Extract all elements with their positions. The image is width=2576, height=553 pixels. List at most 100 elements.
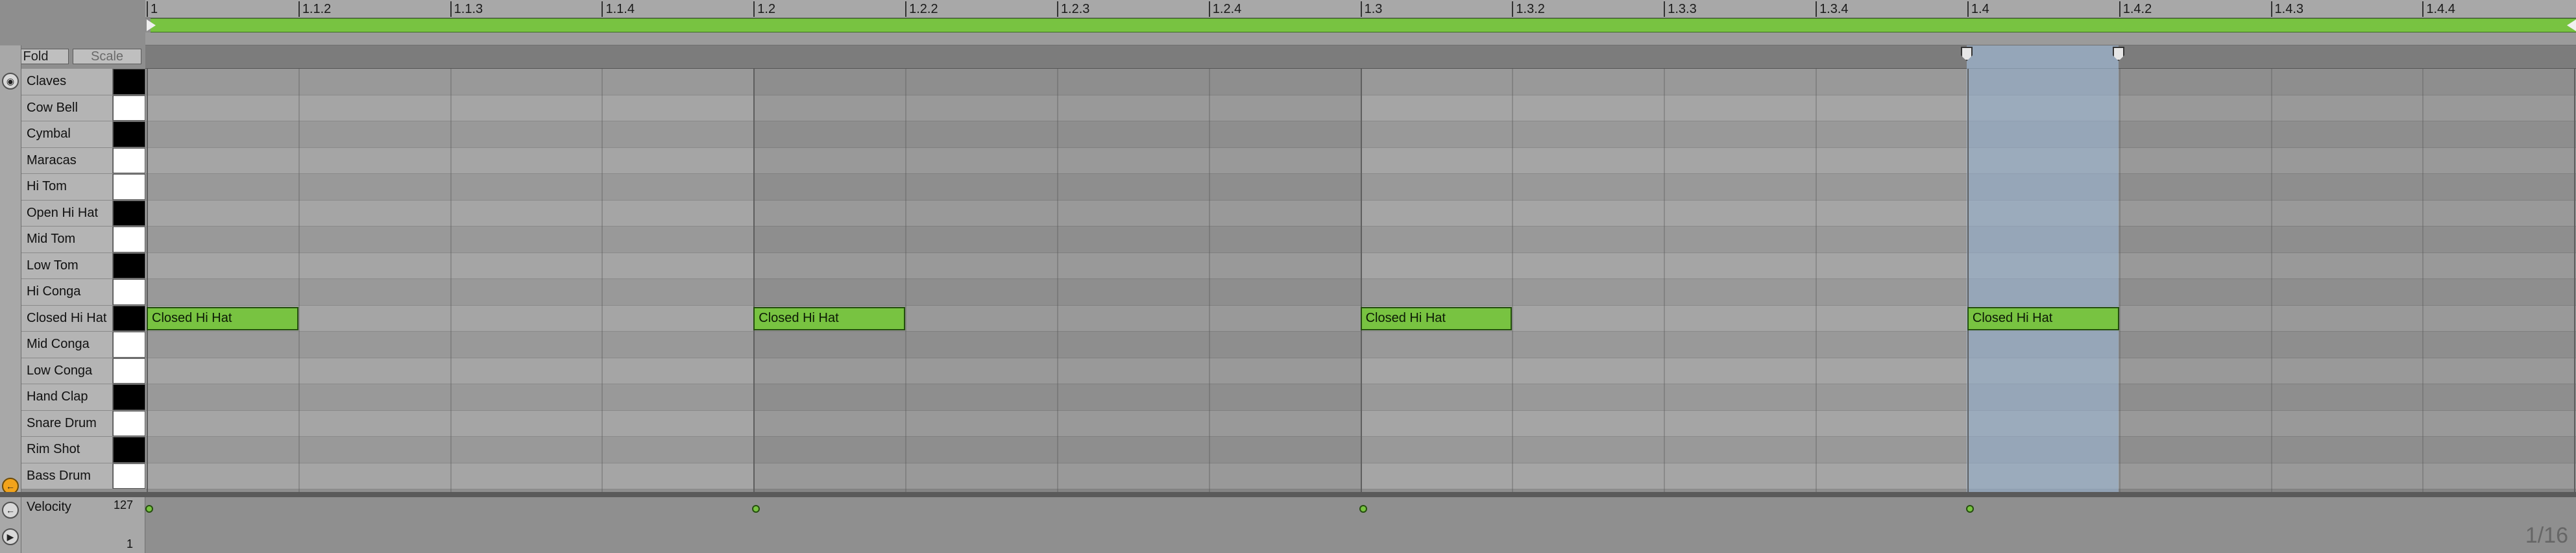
ruler-tick-label: 1.4.4	[2426, 2, 2455, 16]
ruler-tick	[2270, 1, 2272, 17]
piano-key[interactable]	[113, 69, 145, 95]
piano-key[interactable]	[113, 227, 145, 252]
drum-name[interactable]: Low Tom	[21, 252, 113, 278]
drum-name[interactable]: Closed Hi Hat	[21, 305, 113, 331]
piano-key[interactable]	[113, 147, 145, 173]
ruler-tick	[1360, 1, 1362, 17]
velocity-stem	[1970, 513, 1971, 550]
drum-name[interactable]: Cymbal	[21, 121, 113, 147]
loop-end-handle[interactable]	[2567, 19, 2576, 31]
ruler-tick	[1967, 1, 1969, 17]
drum-name[interactable]: Claves	[21, 69, 113, 95]
midi-note[interactable]: Closed Hi Hat	[1967, 306, 2119, 330]
ruler-tick-label: 1.2.2	[909, 2, 938, 16]
ruler-tick-label: 1.4.2	[2122, 2, 2152, 16]
piano-key[interactable]	[113, 95, 145, 121]
header-left	[0, 0, 145, 45]
velocity-handle[interactable]	[1965, 505, 1974, 513]
timeline-ruler[interactable]: 1 1.1.2 1.1.3 1.1.4 1.2 1.2.2 1.2.3 1.2.4 1.3 1.3…	[145, 0, 2576, 18]
grid-line	[2270, 69, 2272, 493]
ruler-tick	[1512, 1, 1514, 17]
midi-note[interactable]: Closed Hi Hat	[1360, 306, 1513, 330]
ruler-tick-label: 1.4	[1971, 2, 1989, 16]
grid-line	[2422, 69, 2424, 493]
velocity-stem	[149, 513, 151, 550]
piano-key[interactable]	[113, 437, 145, 463]
velocity-divider[interactable]	[0, 492, 2576, 497]
piano-key[interactable]	[113, 200, 145, 226]
drum-name[interactable]: Cow Bell	[21, 95, 113, 121]
drum-name[interactable]: Open Hi Hat	[21, 200, 113, 226]
lane-expand-icon[interactable]: ←	[2, 502, 19, 519]
drum-name[interactable]: Mid Tom	[21, 227, 113, 252]
midi-note[interactable]: Closed Hi Hat	[753, 306, 906, 330]
ruler-tick-label: 1.1.2	[302, 2, 332, 16]
region-lane[interactable]	[145, 45, 2576, 69]
ruler-tick	[450, 1, 452, 17]
ruler-tick	[147, 1, 148, 17]
grid-line	[2119, 69, 2120, 493]
play-icon[interactable]: ▶	[2, 528, 19, 545]
loop-bar[interactable]	[151, 18, 2576, 32]
ruler-tick-label: 1.3.4	[1819, 2, 1849, 16]
loop-start-handle[interactable]	[147, 19, 156, 31]
drum-name[interactable]: Hi Conga	[21, 279, 113, 305]
grid-line	[147, 69, 148, 493]
piano-key[interactable]	[113, 463, 145, 489]
grid-line	[1967, 69, 1969, 493]
velocity-stem	[1363, 513, 1365, 550]
grid-resolution[interactable]: 1/16	[2525, 523, 2568, 548]
drum-name[interactable]: Snare Drum	[21, 410, 113, 436]
piano-key[interactable]	[113, 332, 145, 358]
piano-key[interactable]	[113, 252, 145, 278]
grid-line	[2574, 69, 2576, 493]
ruler-tick-label: 1.2	[757, 2, 776, 16]
ruler-tick	[1816, 1, 1817, 17]
marker-lane[interactable]	[145, 32, 2576, 45]
grid-line	[450, 69, 452, 493]
velocity-handle[interactable]	[145, 505, 153, 513]
grid-line	[1208, 69, 1210, 493]
grid-line	[1664, 69, 1666, 493]
ruler-tick	[905, 1, 907, 17]
preview-headphone-icon[interactable]: ◉	[2, 73, 19, 90]
drum-name[interactable]: Hand Clap	[21, 384, 113, 410]
drum-name[interactable]: Mid Conga	[21, 332, 113, 358]
drum-name[interactable]: Low Conga	[21, 358, 113, 384]
piano-key[interactable]	[113, 410, 145, 436]
velocity-handle[interactable]	[1359, 505, 1367, 513]
piano-key[interactable]	[113, 358, 145, 384]
ruler-tick-label: 1.1.3	[454, 2, 483, 16]
drum-name[interactable]: Bass Drum	[21, 463, 113, 489]
scale-button[interactable]: Scale	[73, 49, 141, 64]
ruler-tick	[1056, 1, 1058, 17]
ruler-tick	[1208, 1, 1210, 17]
ruler-tick-label: 1.3.2	[1516, 2, 1545, 16]
drum-name[interactable]: Maracas	[21, 147, 113, 173]
velocity-min-label: 1	[126, 537, 133, 550]
piano-key[interactable]	[113, 279, 145, 305]
piano-key[interactable]	[113, 174, 145, 200]
piano-key[interactable]	[113, 121, 145, 147]
ruler-tick-label: 1	[151, 2, 158, 16]
drum-name[interactable]: Hi Tom	[21, 174, 113, 200]
control-strip	[0, 45, 21, 553]
velocity-max-label: 127	[113, 498, 133, 511]
piano-key[interactable]	[113, 384, 145, 410]
grid-line	[1360, 69, 1362, 493]
ruler-tick-label: 1.3.3	[1668, 2, 1697, 16]
ruler-tick	[753, 1, 755, 17]
piano-key[interactable]	[113, 305, 145, 331]
grid-line	[905, 69, 907, 493]
ruler-tick	[2422, 1, 2424, 17]
grid-line	[298, 69, 300, 493]
velocity-stem	[756, 513, 757, 550]
ruler-tick-label: 1.4.3	[2274, 2, 2304, 16]
ruler-tick	[2119, 1, 2120, 17]
velocity-label-area: Velocity 127 1	[21, 497, 145, 553]
midi-note[interactable]: Closed Hi Hat	[147, 306, 298, 330]
scale-button-label: Scale	[90, 49, 124, 64]
grid-line	[1816, 69, 1817, 493]
ruler-tick	[601, 1, 603, 17]
drum-name[interactable]: Rim Shot	[21, 437, 113, 463]
